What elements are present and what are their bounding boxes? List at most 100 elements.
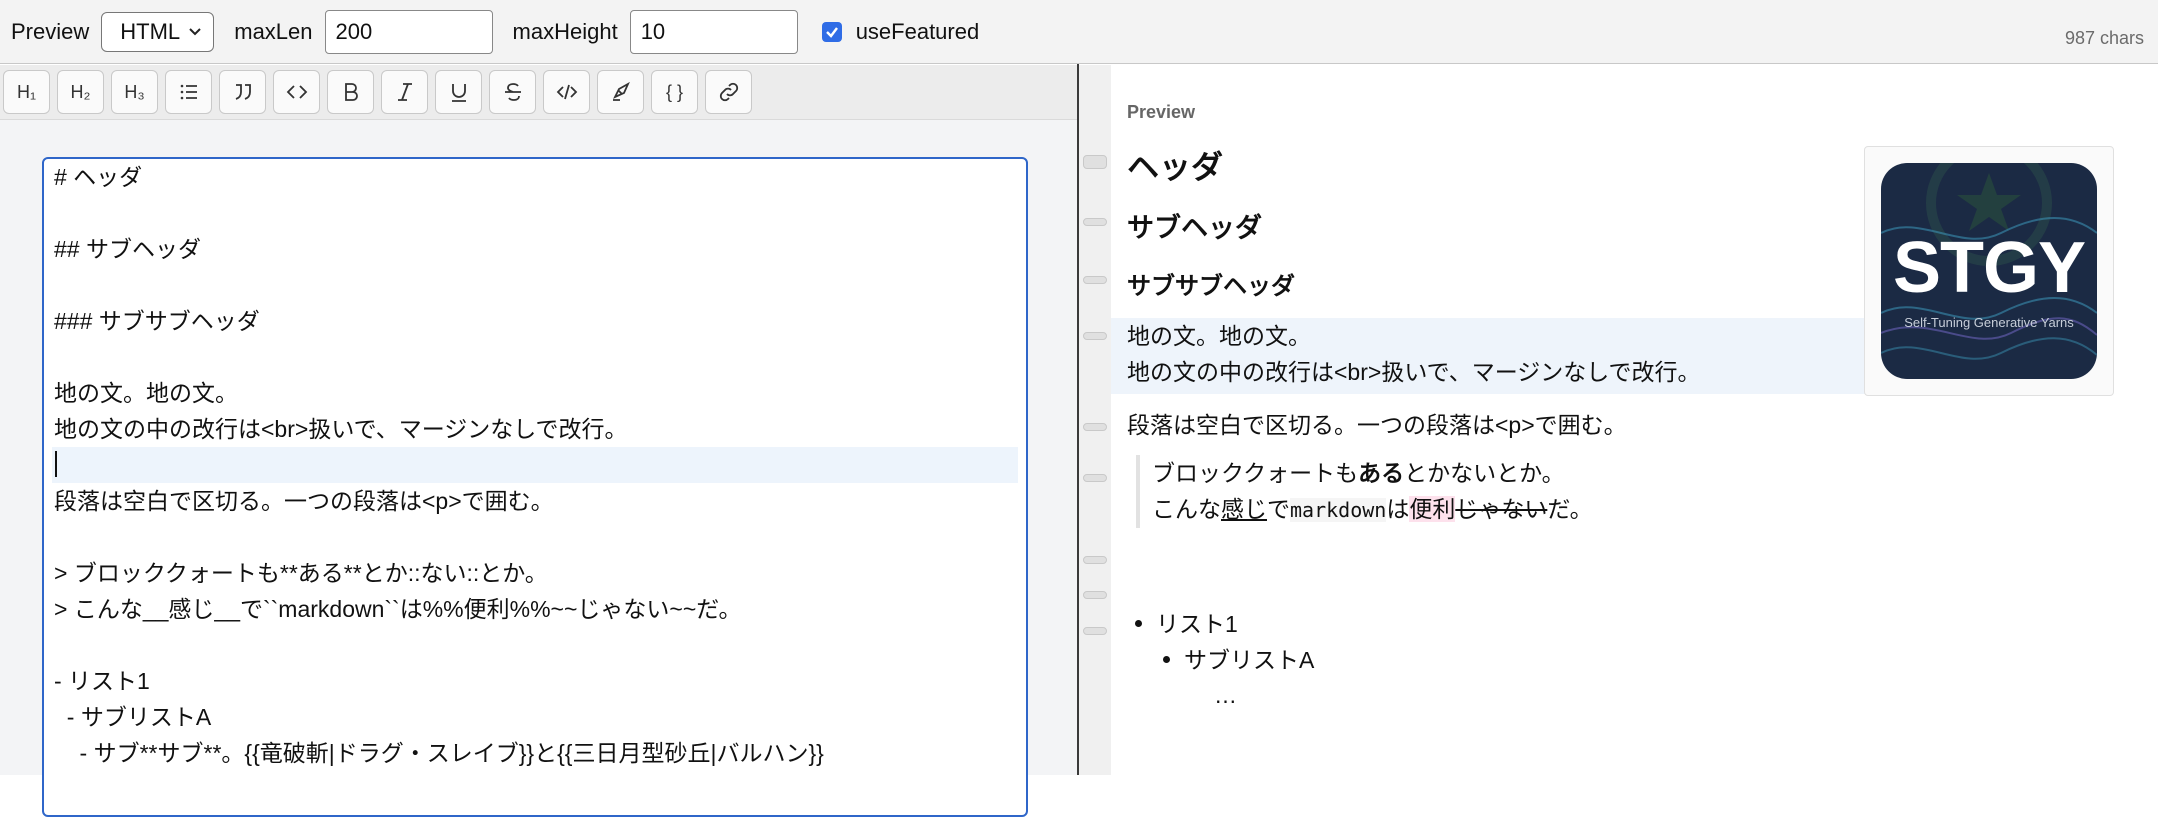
list-item: サブリストA xyxy=(1155,642,1314,678)
format-toolbar: H₁ H₂ H₃ { } xyxy=(0,65,1077,120)
usefeatured-label: useFeatured xyxy=(855,18,980,44)
bold-icon xyxy=(344,83,358,101)
braces-icon: { } xyxy=(665,81,684,102)
h3-icon: H₃ xyxy=(124,81,145,102)
h3-button[interactable]: H₃ xyxy=(111,70,158,114)
h2-button[interactable]: H₂ xyxy=(57,70,104,114)
block-marker[interactable] xyxy=(1083,627,1107,635)
chevron-down-icon xyxy=(189,27,201,35)
editor-pane: H₁ H₂ H₃ { } # ヘッダ ## サブヘッダ ### サブサブヘッダ … xyxy=(0,65,1077,817)
editor-line: - サブリストA xyxy=(54,704,212,730)
bold-button[interactable] xyxy=(327,70,374,114)
underline-icon xyxy=(451,84,466,102)
editor-line: - サブ**サブ**。{{竜破斬|ドラグ・スレイブ}}と{{三日月型砂丘|バルハ… xyxy=(54,740,824,766)
inline-code-icon xyxy=(556,84,577,100)
logo-subtitle: Self-Tuning Generative Yarns xyxy=(1904,315,2074,330)
quote-line-1: ブロッククォートもあるとかないとか。 xyxy=(1152,455,1593,491)
preview-h3: サブサブヘッダ xyxy=(1127,273,1295,300)
highlighter-icon xyxy=(612,81,630,101)
h1-button[interactable]: H₁ xyxy=(3,70,50,114)
maxheight-input[interactable] xyxy=(629,9,798,54)
strikethrough-icon xyxy=(504,83,521,101)
list-icon xyxy=(180,84,197,100)
bullet-icon xyxy=(1135,620,1142,628)
block-marker[interactable] xyxy=(1083,474,1107,482)
editor-cursor-line xyxy=(52,447,1018,483)
check-icon xyxy=(825,26,838,38)
italic-button[interactable] xyxy=(381,70,428,114)
quote-text: は xyxy=(1386,496,1410,522)
editor-line: ## サブヘッダ xyxy=(54,236,201,262)
list-item-label: サブリストA xyxy=(1184,647,1315,673)
preview-para1-line1: 地の文。地の文。 xyxy=(1127,323,1311,349)
ruby-braces-button[interactable]: { } xyxy=(651,70,698,114)
quote-underline: 感じ xyxy=(1221,496,1267,522)
featured-logo-image: STGY Self-Tuning Generative Yarns xyxy=(1881,163,2097,379)
block-marker[interactable] xyxy=(1083,423,1107,431)
link-icon xyxy=(719,82,738,102)
quote-line-2: こんな感じでmarkdownは便利じゃないだ。 xyxy=(1152,491,1593,528)
quote-text: で xyxy=(1267,496,1290,522)
maxheight-label: maxHeight xyxy=(512,18,618,44)
maxlen-label: maxLen xyxy=(234,18,313,44)
h1-icon: H₁ xyxy=(16,81,37,102)
block-marker[interactable] xyxy=(1083,218,1107,226)
quote-code: markdown xyxy=(1290,498,1387,522)
block-marker[interactable] xyxy=(1083,276,1107,284)
top-bar: Preview HTML maxLen maxHeight useFeature… xyxy=(0,0,2158,64)
usefeatured-checkbox[interactable] xyxy=(821,21,842,42)
inline-code-button[interactable] xyxy=(543,70,590,114)
preview-para1-line2: 地の文の中の改行は<br>扱いで、マージンなしで改行。 xyxy=(1127,359,1701,385)
bullet-list-button[interactable] xyxy=(165,70,212,114)
preview-mode-label: Preview xyxy=(11,18,90,44)
maxlen-input[interactable] xyxy=(324,9,493,54)
preview-blockquote: ブロッククォートもあるとかないとか。 こんな感じでmarkdownは便利じゃない… xyxy=(1136,455,1593,528)
markdown-editor[interactable]: # ヘッダ ## サブヘッダ ### サブサブヘッダ 地の文。地の文。地の文の中の改行… xyxy=(42,157,1028,817)
bullet-icon xyxy=(1163,656,1170,664)
editor-line: ### サブサブヘッダ xyxy=(54,308,260,334)
mode-select[interactable]: HTML xyxy=(101,11,215,52)
block-marker[interactable] xyxy=(1083,591,1107,599)
preview-h1: ヘッダ xyxy=(1127,149,1224,185)
scroll-sync-gutter xyxy=(1079,65,1111,775)
editor-line: # ヘッダ xyxy=(54,164,143,190)
underline-button[interactable] xyxy=(435,70,482,114)
logo-title: STGY xyxy=(1892,228,2086,308)
editor-line: - リスト1 xyxy=(54,668,150,694)
code-block-button[interactable] xyxy=(273,70,320,114)
h2-icon: H₂ xyxy=(70,81,91,102)
strikethrough-button[interactable] xyxy=(489,70,536,114)
featured-image-card: STGY Self-Tuning Generative Yarns xyxy=(1864,146,2114,396)
block-marker[interactable] xyxy=(1083,556,1107,564)
quote-strike: じゃない xyxy=(1455,496,1548,522)
editor-line: 地の文。地の文。 xyxy=(54,380,238,406)
quote-text: だ。 xyxy=(1547,496,1593,522)
list-item: リスト1 xyxy=(1127,606,1238,642)
list-item-label: リスト1 xyxy=(1156,611,1238,637)
italic-icon xyxy=(397,83,412,101)
block-marker[interactable] xyxy=(1083,155,1107,169)
editor-line: > こんな__感じ__で``markdown``は%%便利%%~~じゃない~~だ… xyxy=(54,596,742,622)
block-marker[interactable] xyxy=(1083,332,1107,340)
preview-label: Preview xyxy=(1127,102,1196,122)
char-count: 987 chars xyxy=(2064,28,2144,48)
quote-icon xyxy=(235,84,251,100)
highlight-button[interactable] xyxy=(597,70,644,114)
truncation-ellipsis: … xyxy=(1214,682,1237,708)
quote-bold: ある xyxy=(1358,460,1405,486)
quote-text: とかないとか。 xyxy=(1404,460,1565,486)
blockquote-button[interactable] xyxy=(219,70,266,114)
editor-line: 段落は空白で区切る。一つの段落は<p>で囲む。 xyxy=(54,488,554,514)
code-icon xyxy=(286,85,307,99)
preview-h2: サブヘッダ xyxy=(1127,213,1262,243)
link-button[interactable] xyxy=(705,70,752,114)
editor-line: 地の文の中の改行は<br>扱いで、マージンなしで改行。 xyxy=(54,416,628,442)
mode-select-value: HTML xyxy=(120,18,181,44)
quote-text: こんな xyxy=(1152,496,1221,522)
preview-para2: 段落は空白で区切る。一つの段落は<p>で囲む。 xyxy=(1127,412,1627,438)
